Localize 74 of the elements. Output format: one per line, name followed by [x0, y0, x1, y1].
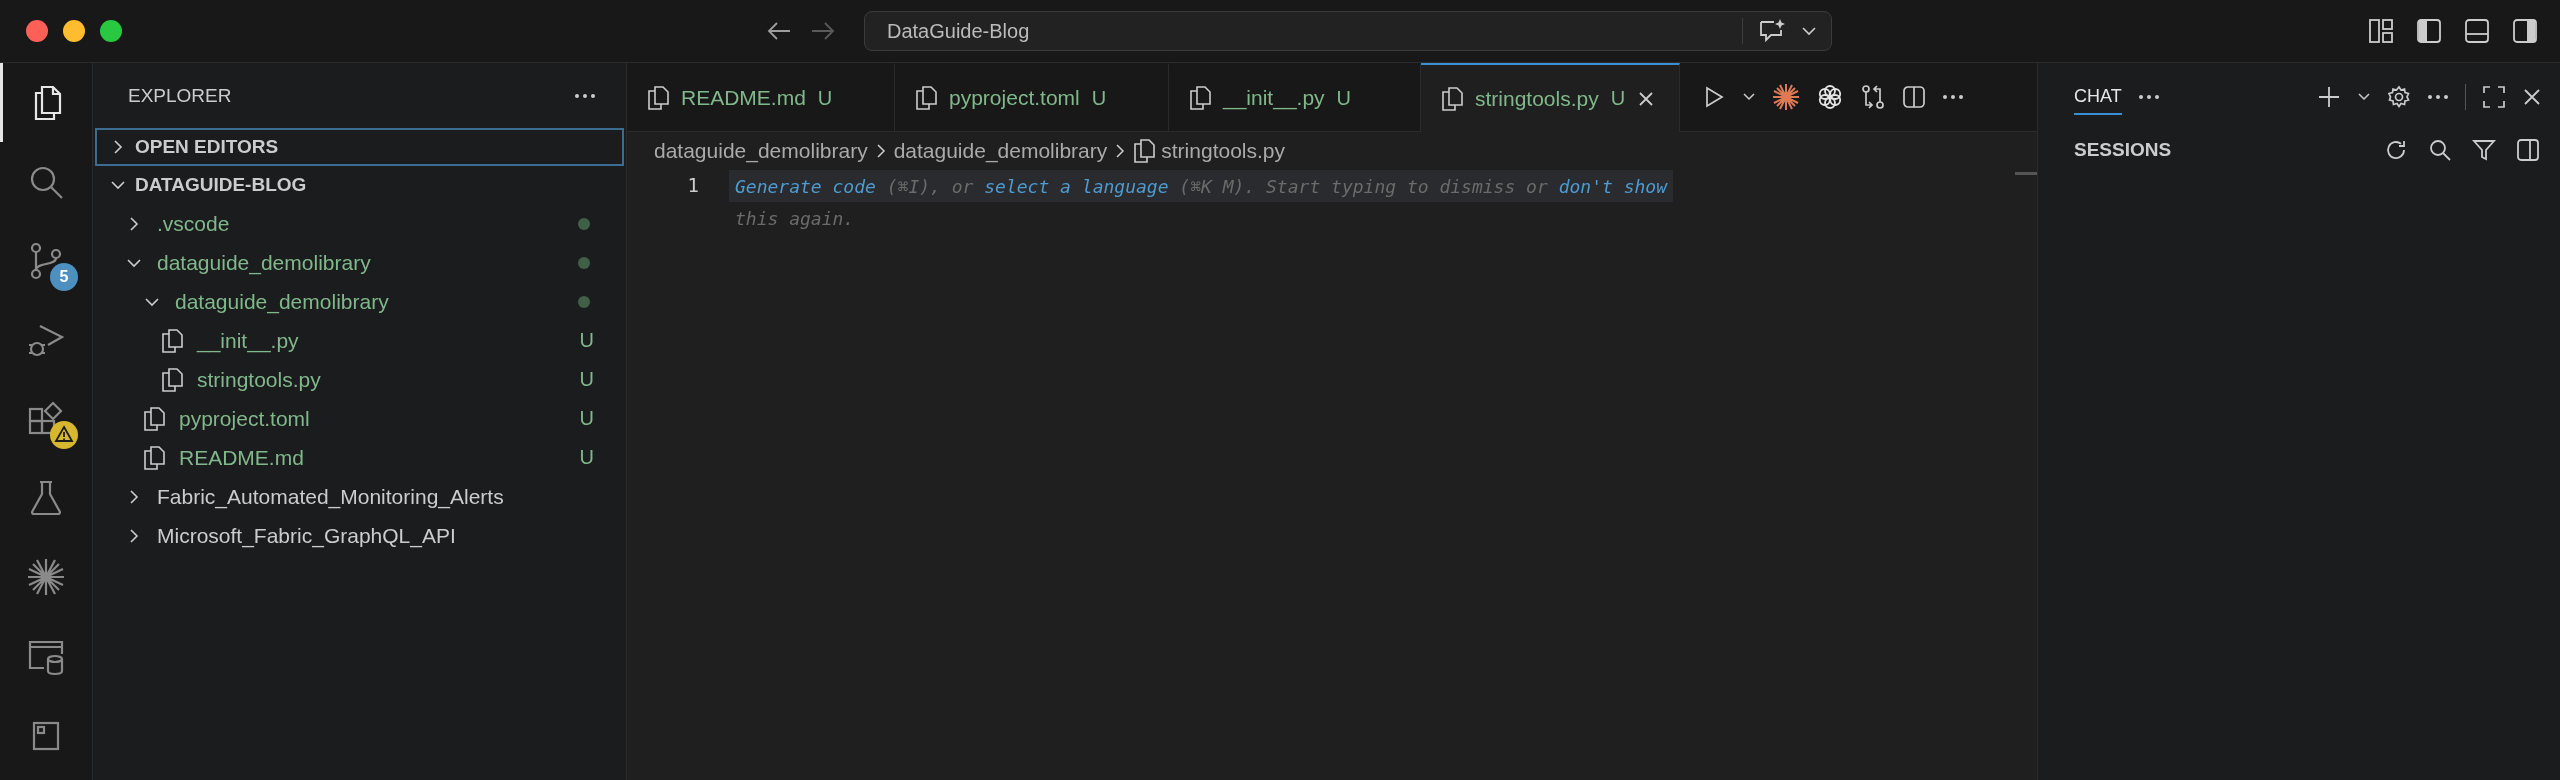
close-icon[interactable] [1637, 89, 1656, 108]
activity-bar-button[interactable]: 5 [0, 221, 92, 300]
maximize-icon[interactable] [2482, 85, 2506, 109]
tree-item[interactable]: dataguide_demolibrary [93, 243, 626, 282]
hint-text: (⌘K M). Start typing to dismiss or [1178, 175, 1549, 197]
breadcrumb-item[interactable]: dataguide_demolibrary [893, 139, 1108, 163]
primary-sidebar-toggle-icon[interactable] [2416, 18, 2442, 44]
editor-tab[interactable]: README.md U [627, 63, 895, 131]
count-badge: 5 [50, 263, 78, 291]
chat-tab[interactable]: CHAT [2074, 79, 2122, 115]
search-icon[interactable] [2428, 138, 2452, 162]
untracked-status: U [579, 368, 594, 391]
layout-icon[interactable] [2368, 18, 2394, 44]
file-icon [161, 328, 183, 353]
tree-item[interactable]: __init__.py U [93, 321, 626, 360]
file-icon [915, 86, 937, 110]
untracked-status: U [579, 407, 594, 430]
filter-icon[interactable] [2472, 138, 2496, 162]
file-icon [1441, 86, 1463, 111]
forward-arrow-icon[interactable] [810, 20, 836, 42]
settings-icon[interactable] [2387, 85, 2411, 109]
hint-text: (⌘I), or [885, 175, 975, 197]
secondary-sidebar-toggle-icon[interactable] [2512, 18, 2538, 44]
explorer-title: EXPLORER [128, 84, 232, 107]
editor-tab[interactable]: pyproject.toml U [895, 63, 1169, 131]
file-icon [143, 445, 165, 470]
hint-link[interactable]: don't show [1558, 175, 1667, 197]
sidebar-toggle-icon[interactable] [2516, 138, 2540, 162]
tree-item[interactable]: pyproject.toml U [93, 399, 626, 438]
caret-icon[interactable] [1801, 26, 1817, 36]
starburst-icon [26, 556, 66, 597]
split-editor-icon[interactable] [1902, 85, 1927, 109]
caret-icon[interactable] [1742, 92, 1757, 102]
maximize-window-button[interactable] [100, 20, 122, 42]
more-actions-icon[interactable] [2427, 94, 2449, 100]
tree-item[interactable]: README.md U [93, 438, 626, 477]
back-arrow-icon[interactable] [766, 20, 792, 42]
line-number: 1 [687, 174, 699, 196]
hint-link[interactable]: Generate code [735, 175, 876, 197]
more-actions-icon[interactable] [2137, 94, 2160, 100]
editor-tab[interactable]: stringtools.py U [1421, 63, 1681, 132]
untracked-status: U [579, 446, 594, 469]
close-window-button[interactable] [26, 20, 48, 42]
untracked-status: U [579, 329, 594, 352]
overview-ruler-marker [2015, 172, 2037, 175]
tree-item[interactable]: dataguide_demolibrary [93, 282, 626, 321]
breadcrumb-item[interactable]: dataguide_demolibrary [654, 139, 868, 163]
panel-toggle-icon[interactable] [2464, 18, 2490, 44]
compare-changes-icon[interactable] [1860, 84, 1887, 110]
file-icon [161, 367, 183, 392]
hint-link[interactable]: select a language [984, 175, 1169, 197]
more-actions-icon[interactable] [1942, 94, 1965, 100]
refresh-icon[interactable] [2384, 138, 2408, 162]
caret-icon[interactable] [2357, 92, 2371, 102]
tree-item[interactable]: stringtools.py U [93, 360, 626, 399]
section-header[interactable]: OPEN EDITORS [95, 128, 624, 166]
section-header[interactable]: DATAGUIDE-BLOG [95, 166, 624, 204]
sessions-header: SESSIONS [2074, 139, 2172, 161]
breadcrumb-item[interactable]: stringtools.py [1161, 139, 1285, 163]
plus-icon[interactable] [2317, 85, 2341, 109]
file-icon [143, 406, 165, 431]
starburst-icon[interactable] [1772, 83, 1801, 111]
file-icon [1189, 86, 1211, 110]
chat-sparkle-icon[interactable] [1757, 18, 1787, 44]
tree-item[interactable]: Fabric_Automated_Monitoring_Alerts [93, 477, 626, 516]
tree-item[interactable]: Microsoft_Fabric_GraphQL_API [93, 516, 626, 555]
tree-item[interactable]: .vscode [93, 204, 626, 243]
command-center-field[interactable]: DataGuide-Blog [864, 11, 1832, 51]
more-actions-icon[interactable] [574, 92, 596, 99]
file-icon [647, 86, 669, 110]
hint-text: this again. [735, 207, 855, 229]
file-icon [1133, 139, 1156, 163]
close-icon[interactable] [2522, 87, 2542, 107]
minimize-window-button[interactable] [63, 20, 85, 42]
